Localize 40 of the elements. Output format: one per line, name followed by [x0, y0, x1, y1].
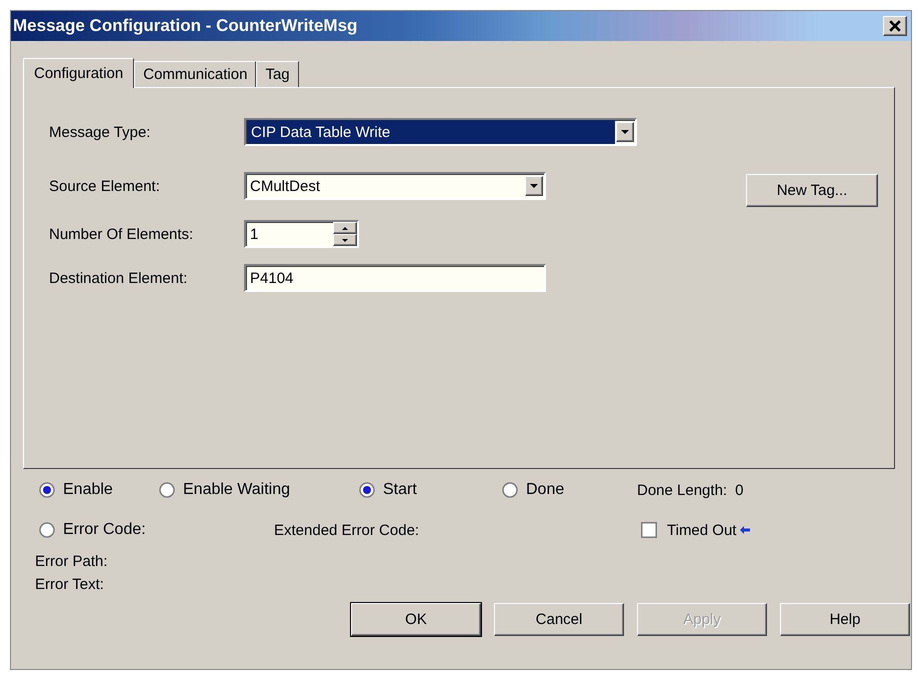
input-field[interactable]: P4104 [244, 264, 546, 292]
error-text-label: Error Text: [35, 576, 105, 593]
radio-button[interactable] [39, 482, 55, 498]
field-label: Destination Element: [49, 270, 188, 286]
window-title: Message Configuration - CounterWriteMsg [13, 16, 358, 36]
error-path-label: Error Path: [35, 553, 109, 570]
new-tag-button[interactable]: New Tag... [746, 174, 878, 207]
radio-label: Start [383, 481, 417, 499]
checkbox[interactable] [641, 522, 657, 538]
spinner-field[interactable]: 1 [244, 220, 359, 248]
radio-label: Enable Waiting [183, 481, 290, 499]
radio-label: Enable [63, 481, 113, 499]
tab[interactable]: Communication [134, 61, 256, 87]
checkbox-label: Timed Out [667, 522, 736, 538]
close-button[interactable] [883, 16, 907, 36]
spin-up-icon [342, 226, 348, 230]
spin-down-icon [342, 238, 348, 242]
radio-button[interactable] [359, 482, 375, 498]
arrow-icon [740, 526, 750, 534]
tab[interactable]: Tag [256, 61, 299, 87]
field-label: Source Element: [49, 178, 161, 194]
radio-button[interactable] [502, 482, 518, 498]
dropdown[interactable]: CIP Data Table Write [244, 118, 637, 146]
dialog-button[interactable]: OK [351, 603, 481, 636]
extended-error-code-label: Extended Error Code: [274, 522, 420, 538]
radio-label: Done [526, 481, 564, 499]
done-length-value: 0 [735, 482, 744, 498]
dialog-button[interactable]: Cancel [494, 603, 624, 636]
dropdown-arrow-icon [530, 184, 538, 188]
field-label: Number Of Elements: [49, 226, 194, 242]
tab[interactable]: Configuration [23, 58, 134, 88]
radio-button[interactable] [39, 522, 55, 538]
field-label: Message Type: [49, 124, 152, 140]
dropdown[interactable]: CMultDest [244, 172, 546, 200]
dialog-button[interactable]: Help [780, 603, 910, 636]
close-icon [889, 20, 901, 32]
done-length-label: Done Length: [637, 482, 728, 498]
radio-button[interactable] [159, 482, 175, 498]
dropdown-arrow-icon [621, 130, 629, 134]
radio-label: Error Code: [63, 521, 146, 539]
